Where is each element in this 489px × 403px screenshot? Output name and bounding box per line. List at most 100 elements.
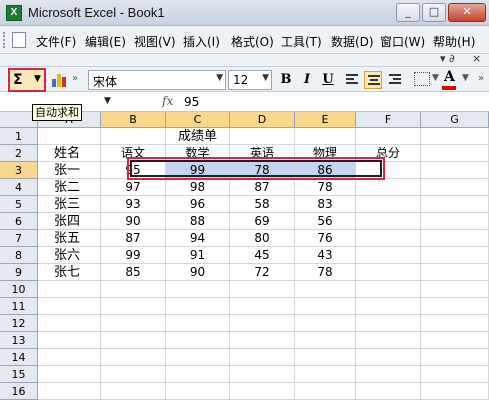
grid-cell[interactable] — [421, 230, 489, 247]
grid-cell[interactable] — [166, 332, 230, 349]
column-header-g[interactable]: G — [421, 112, 489, 128]
grid-cell[interactable] — [421, 298, 489, 315]
font-color-button[interactable]: A — [444, 69, 455, 85]
grid-cell[interactable] — [356, 247, 421, 264]
excel-icon[interactable]: X — [6, 5, 22, 21]
grid-cell[interactable] — [421, 315, 489, 332]
grid-cell[interactable] — [38, 315, 101, 332]
chart-wizard-icon[interactable] — [52, 72, 68, 87]
grid-cell[interactable] — [421, 179, 489, 196]
menu-window[interactable]: 窗口(W) — [380, 33, 425, 50]
row-header-5[interactable]: 5 — [0, 196, 38, 213]
grid-cell[interactable] — [38, 128, 101, 145]
menu-help[interactable]: 帮助(H) — [433, 33, 475, 50]
grid-cell[interactable] — [230, 332, 295, 349]
data-cell[interactable]: 张一 — [38, 162, 101, 179]
grid-cell[interactable] — [356, 332, 421, 349]
row-header-4[interactable]: 4 — [0, 179, 38, 196]
toolbar-options-icon[interactable]: » — [478, 73, 484, 84]
data-cell[interactable]: 张五 — [38, 230, 101, 247]
data-cell[interactable]: 99 — [101, 247, 166, 264]
close-button[interactable]: ✕ — [448, 3, 486, 22]
row-header-7[interactable]: 7 — [0, 230, 38, 247]
row-header-11[interactable]: 11 — [0, 298, 38, 315]
column-header-d[interactable]: D — [230, 112, 295, 128]
data-cell[interactable]: 87 — [230, 179, 295, 196]
data-cell[interactable]: 78 — [295, 179, 356, 196]
grid-cell[interactable] — [230, 128, 295, 145]
menu-view[interactable]: 视图(V) — [134, 33, 176, 50]
header-cell[interactable]: 姓名 — [38, 145, 101, 162]
grid-cell[interactable] — [101, 383, 166, 400]
grid-cell[interactable] — [421, 349, 489, 366]
data-cell[interactable]: 91 — [166, 247, 230, 264]
data-cell[interactable]: 58 — [230, 196, 295, 213]
chevron-down-icon[interactable]: ▼ — [262, 73, 269, 83]
row-header-8[interactable]: 8 — [0, 247, 38, 264]
grid-cell[interactable] — [166, 281, 230, 298]
row-header-1[interactable]: 1 — [0, 128, 38, 145]
chevron-down-icon[interactable]: ▼ — [104, 96, 111, 106]
grid-cell[interactable] — [101, 281, 166, 298]
grid-cell[interactable] — [295, 128, 356, 145]
grid-cell[interactable] — [166, 349, 230, 366]
align-right-button[interactable] — [386, 71, 404, 89]
grid-cell[interactable] — [166, 315, 230, 332]
column-header-f[interactable]: F — [356, 112, 421, 128]
grid-cell[interactable] — [356, 230, 421, 247]
row-header-10[interactable]: 10 — [0, 281, 38, 298]
row-header-14[interactable]: 14 — [0, 349, 38, 366]
row-header-9[interactable]: 9 — [0, 264, 38, 281]
row-header-15[interactable]: 15 — [0, 366, 38, 383]
row-header-6[interactable]: 6 — [0, 213, 38, 230]
grid-cell[interactable] — [356, 298, 421, 315]
grid-cell[interactable] — [421, 128, 489, 145]
toolbar-options-icon[interactable]: » — [72, 73, 78, 84]
grid-cell[interactable] — [230, 281, 295, 298]
data-cell[interactable]: 88 — [166, 213, 230, 230]
data-cell[interactable]: 90 — [101, 213, 166, 230]
doc-close-button[interactable]: × — [472, 52, 481, 65]
chevron-down-icon[interactable]: ▼ — [216, 73, 223, 83]
chevron-down-icon[interactable]: ▼ — [462, 73, 469, 83]
data-cell[interactable]: 78 — [295, 264, 356, 281]
worksheet-grid[interactable]: ABCDEFG1成绩单2姓名语文数学英语物理总分3张一959978864张二97… — [0, 112, 489, 403]
data-cell[interactable]: 85 — [101, 264, 166, 281]
grid-cell[interactable] — [38, 383, 101, 400]
grid-cell[interactable] — [356, 383, 421, 400]
row-header-3[interactable]: 3 — [0, 162, 38, 179]
grid-cell[interactable] — [230, 366, 295, 383]
document-icon[interactable] — [12, 32, 26, 48]
data-cell[interactable]: 93 — [101, 196, 166, 213]
font-name-select[interactable]: 宋体 ▼ — [88, 70, 226, 90]
grid-cell[interactable] — [356, 128, 421, 145]
grid-cell[interactable] — [101, 366, 166, 383]
grid-cell[interactable] — [356, 264, 421, 281]
data-cell[interactable]: 69 — [230, 213, 295, 230]
data-cell[interactable]: 张四 — [38, 213, 101, 230]
grid-cell[interactable] — [230, 349, 295, 366]
data-cell[interactable]: 80 — [230, 230, 295, 247]
data-cell[interactable]: 98 — [166, 179, 230, 196]
grid-cell[interactable] — [38, 298, 101, 315]
data-cell[interactable]: 90 — [166, 264, 230, 281]
grid-cell[interactable] — [230, 383, 295, 400]
data-cell[interactable]: 张七 — [38, 264, 101, 281]
grid-cell[interactable] — [356, 315, 421, 332]
grid-cell[interactable] — [421, 366, 489, 383]
maximize-button[interactable]: □ — [422, 3, 446, 22]
chevron-down-icon[interactable]: ▼ — [34, 74, 41, 84]
grip-handle[interactable] — [3, 32, 6, 48]
underline-button[interactable]: U — [318, 70, 338, 90]
data-cell[interactable]: 87 — [101, 230, 166, 247]
data-cell[interactable]: 张六 — [38, 247, 101, 264]
data-cell[interactable]: 43 — [295, 247, 356, 264]
menu-insert[interactable]: 插入(I) — [183, 33, 220, 50]
align-center-button[interactable] — [364, 71, 382, 89]
grid-cell[interactable] — [356, 281, 421, 298]
chevron-down-icon[interactable]: ▼ — [432, 73, 439, 83]
grid-cell[interactable] — [421, 383, 489, 400]
menu-format[interactable]: 格式(O) — [231, 33, 274, 50]
bold-button[interactable]: B — [276, 70, 296, 90]
row-header-16[interactable]: 16 — [0, 383, 38, 400]
